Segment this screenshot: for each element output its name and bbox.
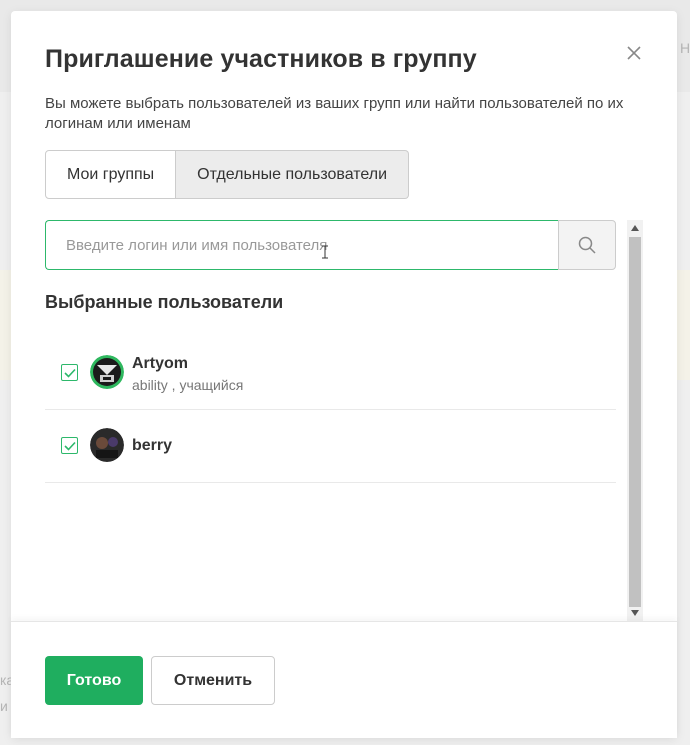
user-meta: ability , учащийся <box>132 377 244 393</box>
source-tabs: Мои группы Отдельные пользователи <box>45 150 410 199</box>
scroll-up-icon[interactable] <box>627 220 643 236</box>
invite-members-dialog: Приглашение участников в группу Вы может… <box>11 11 677 738</box>
cancel-button[interactable]: Отменить <box>151 656 275 705</box>
list-scrollbar[interactable] <box>627 220 643 621</box>
dialog-title: Приглашение участников в группу <box>45 45 477 73</box>
close-icon[interactable] <box>623 42 645 64</box>
search-icon <box>578 236 596 254</box>
user-checkbox[interactable] <box>61 364 78 381</box>
dialog-footer: Готово Отменить <box>11 621 677 738</box>
checkmark-icon <box>63 441 76 451</box>
background-text-fragment: и <box>0 698 8 714</box>
user-name: Artyom <box>132 355 189 372</box>
tab-individual-users[interactable]: Отдельные пользователи <box>176 150 410 199</box>
background-text-fragment: Н <box>680 40 690 56</box>
search-button[interactable] <box>558 220 616 270</box>
tab-my-groups[interactable]: Мои группы <box>45 150 177 199</box>
avatar <box>90 355 124 389</box>
list-item: berry <box>45 410 616 483</box>
user-search <box>45 220 616 270</box>
dialog-description: Вы можете выбрать пользователей из ваших… <box>45 95 624 132</box>
search-input[interactable] <box>45 220 558 270</box>
text-cursor-icon <box>321 245 329 262</box>
selected-users-heading: Выбранные пользователи <box>45 292 284 312</box>
selected-users-list: Artyom ability , учащийся berry <box>45 337 616 483</box>
checkmark-icon <box>63 368 76 378</box>
user-name: berry <box>132 437 173 454</box>
done-button[interactable]: Готово <box>45 656 143 705</box>
scroll-down-icon[interactable] <box>627 605 643 621</box>
list-item: Artyom ability , учащийся <box>45 337 616 410</box>
user-checkbox[interactable] <box>61 437 78 454</box>
avatar <box>90 428 124 462</box>
scrollbar-thumb[interactable] <box>629 237 641 607</box>
